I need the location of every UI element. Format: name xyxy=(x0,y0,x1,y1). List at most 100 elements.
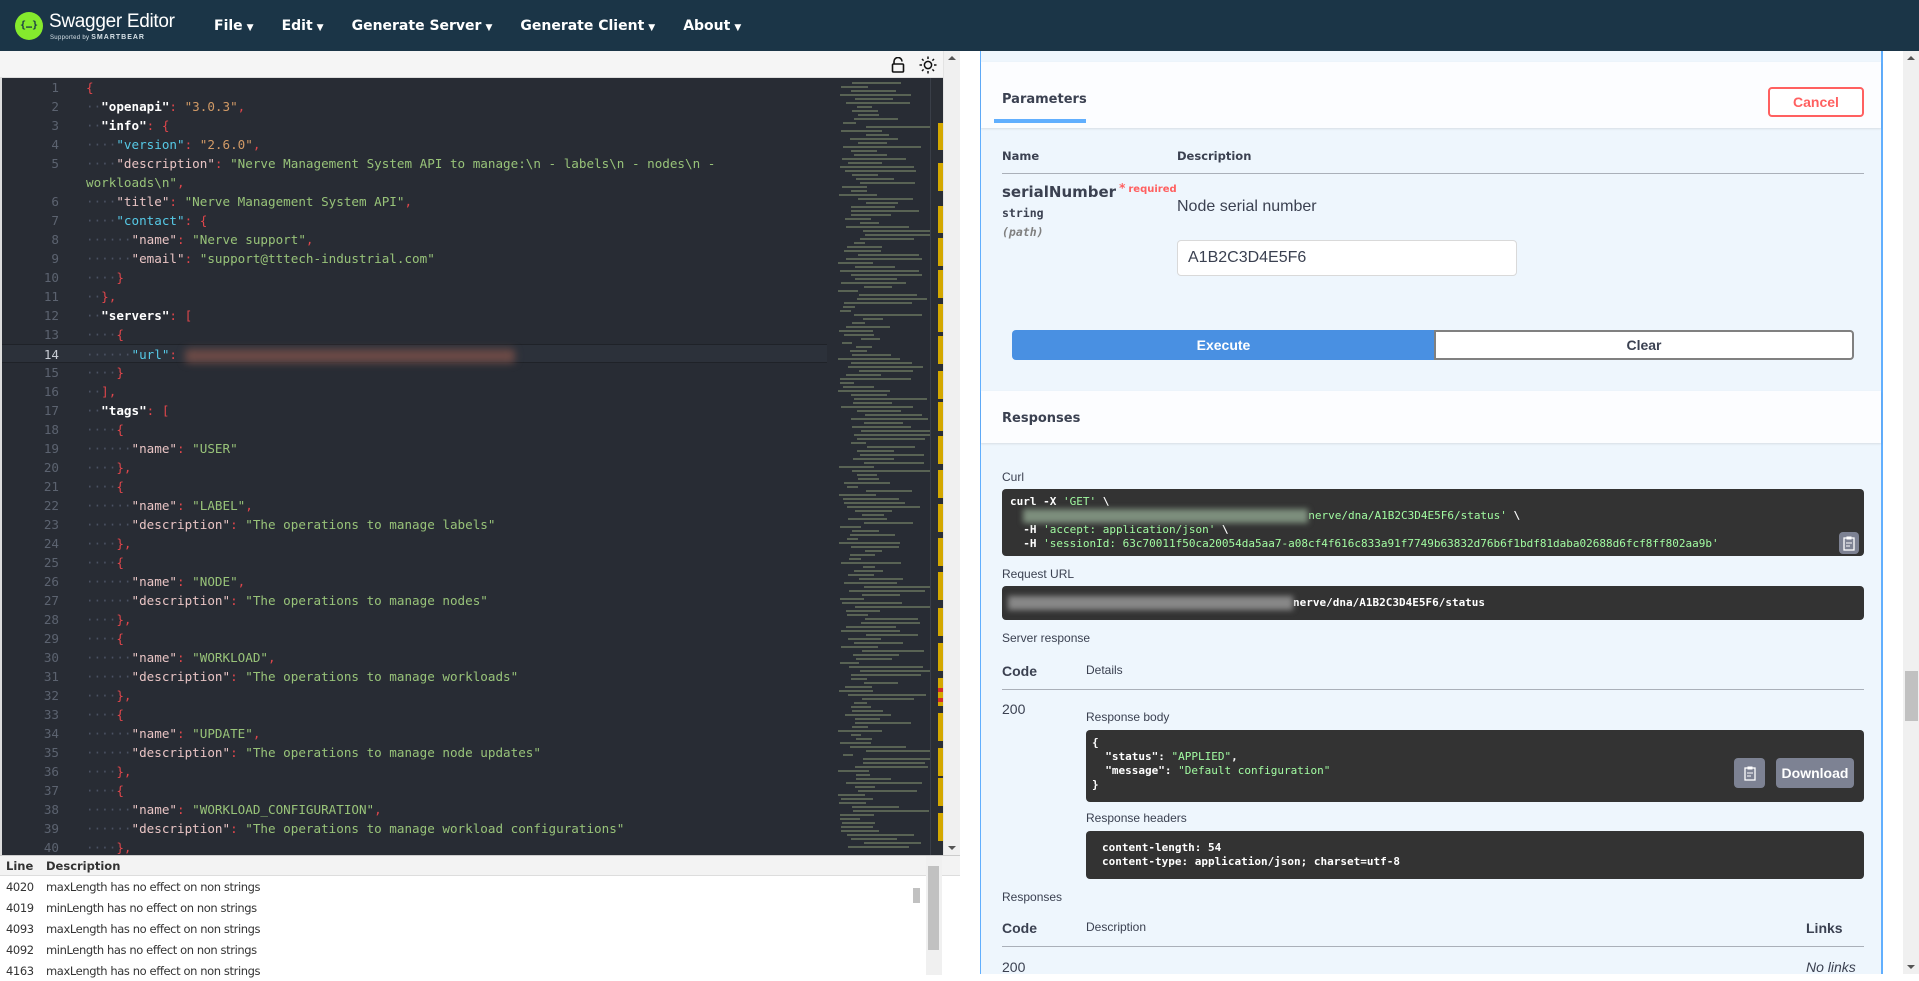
curl-codeblock[interactable]: curl -X 'GET' \ nerve/dna/A1B2C3D4E5F6/s… xyxy=(1002,489,1864,556)
page-scrollbar[interactable] xyxy=(1903,51,1919,974)
code-line[interactable]: 15 ····} xyxy=(2,363,827,382)
error-row[interactable]: 4093 maxLength has no effect on non strin… xyxy=(0,918,960,939)
responses-header: Responses xyxy=(981,391,1881,443)
line-number: 36 xyxy=(43,764,59,779)
scroll-down-arrow-icon[interactable] xyxy=(1907,965,1915,969)
code-line[interactable]: 2 ··"openapi": "3.0.3", xyxy=(2,97,827,116)
code-line[interactable]: 4 ····"version": "2.6.0", xyxy=(2,135,827,154)
code-line[interactable]: 34 ······"name": "UPDATE", xyxy=(2,724,827,743)
line-number: 32 xyxy=(43,688,59,703)
code-line[interactable]: 18 ····{ xyxy=(2,420,827,439)
json-val-status: "APPLIED" xyxy=(1171,750,1232,763)
code-line[interactable]: 33 ····{ xyxy=(2,705,827,724)
code-line[interactable]: 19 ······"name": "USER" xyxy=(2,439,827,458)
scroll-up-arrow-icon[interactable] xyxy=(948,56,956,60)
serial-number-input[interactable] xyxy=(1177,240,1517,276)
tab-parameters-underline xyxy=(994,119,1086,123)
response-headers-codeblock[interactable]: content-length: 54 content-type: applica… xyxy=(1086,831,1864,879)
code-text: ····}, xyxy=(86,764,132,779)
code-line[interactable]: 1{ xyxy=(2,78,827,97)
code-line[interactable]: 36 ····}, xyxy=(2,762,827,781)
code-line[interactable]: 9 ······"email": "support@tttech-industri… xyxy=(2,249,827,268)
errors-list: 4020 maxLength has no effect on non strin… xyxy=(0,876,960,981)
code-line[interactable]: 30 ······"name": "WORKLOAD", xyxy=(2,648,827,667)
code-line[interactable]: 20 ····}, xyxy=(2,458,827,477)
errors-inner-scrollbar[interactable] xyxy=(910,878,922,974)
code-line[interactable]: 5 ····"description": "Nerve Management Sy… xyxy=(2,154,827,173)
code-line[interactable]: 21 ····{ xyxy=(2,477,827,496)
code-line[interactable]: 38 ······"name": "WORKLOAD_CONFIGURATION"… xyxy=(2,800,827,819)
code-line[interactable]: 35 ······"description": "The operations t… xyxy=(2,743,827,762)
error-row[interactable]: 4020 maxLength has no effect on non strin… xyxy=(0,876,960,897)
scroll-down-arrow-icon[interactable] xyxy=(948,846,956,850)
execute-button[interactable]: Execute xyxy=(1012,330,1435,360)
page-scroll-thumb[interactable] xyxy=(1905,671,1918,721)
code-line[interactable]: 14 ······"url": xyxy=(2,344,827,363)
sun-theme-icon[interactable] xyxy=(918,55,938,75)
code-text: ····}, xyxy=(86,460,132,475)
errors-outer-scroll-thumb[interactable] xyxy=(928,866,939,950)
code-line[interactable]: 17 ··"tags": [ xyxy=(2,401,827,420)
menu-edit[interactable]: Edit ▼ xyxy=(268,18,338,34)
errors-scroll-thumb[interactable] xyxy=(913,888,920,903)
copy-curl-icon[interactable] xyxy=(1839,532,1859,554)
code-line[interactable]: 22 ······"name": "LABEL", xyxy=(2,496,827,515)
editor-toolbar xyxy=(0,51,943,78)
request-url-codeblock[interactable]: nerve/dna/A1B2C3D4E5F6/status xyxy=(1002,586,1864,620)
code-line[interactable]: 3 ··"info": { xyxy=(2,116,827,135)
curl-flag: -H xyxy=(1010,523,1044,536)
scroll-up-arrow-icon[interactable] xyxy=(1907,56,1915,60)
code-line[interactable]: 29 ····{ xyxy=(2,629,827,648)
swagger-editor-logo[interactable]: {…} Swagger Editor Supported by SMARTBEA… xyxy=(15,6,185,46)
minimap-line xyxy=(845,686,872,688)
server-response-col-code: Code xyxy=(1002,663,1037,679)
editor-overview-ruler[interactable] xyxy=(930,78,943,855)
code-line[interactable]: 23 ······"description": "The operations t… xyxy=(2,515,827,534)
code-line[interactable]: workloads\n", xyxy=(2,173,827,192)
minimap-line xyxy=(863,566,875,568)
curl-label: Curl xyxy=(1002,470,1025,484)
unlock-icon[interactable] xyxy=(888,55,908,75)
download-button[interactable]: Download xyxy=(1776,758,1854,788)
code-line[interactable]: 31 ······"description": "The operations t… xyxy=(2,667,827,686)
code-line[interactable]: 28 ····}, xyxy=(2,610,827,629)
error-row[interactable]: 4019 minLength has no effect on non strin… xyxy=(0,897,960,918)
editor-scrollbar[interactable] xyxy=(943,51,960,855)
code-line[interactable]: 16 ··], xyxy=(2,382,827,401)
code-line[interactable]: 32 ····}, xyxy=(2,686,827,705)
code-line[interactable]: 25 ····{ xyxy=(2,553,827,572)
errors-scrollbar[interactable] xyxy=(926,856,942,975)
line-number: 35 xyxy=(43,745,59,760)
code-line[interactable]: 12 ··"servers": [ xyxy=(2,306,827,325)
editor-minimap[interactable] xyxy=(830,78,943,855)
code-line[interactable]: 26 ······"name": "NODE", xyxy=(2,572,827,591)
menu-generate-client[interactable]: Generate Client ▼ xyxy=(506,18,669,34)
menu-file[interactable]: File ▼ xyxy=(200,18,268,34)
menu-about[interactable]: About ▼ xyxy=(669,18,755,34)
menu-about-label: About xyxy=(683,17,731,34)
pane-splitter[interactable] xyxy=(960,51,980,974)
code-line[interactable]: 6 ····"title": "Nerve Management System A… xyxy=(2,192,827,211)
tab-parameters[interactable]: Parameters xyxy=(1002,92,1087,107)
code-line[interactable]: 39 ······"description": "The operations t… xyxy=(2,819,827,838)
code-line[interactable]: 40 ····}, xyxy=(2,838,827,855)
code-line[interactable]: 10 ····} xyxy=(2,268,827,287)
code-line[interactable]: 24 ····}, xyxy=(2,534,827,553)
responses-col-description: Description xyxy=(1086,920,1147,934)
code-line[interactable]: 7 ····"contact": { xyxy=(2,211,827,230)
code-line[interactable]: 8 ······"name": "Nerve support", xyxy=(2,230,827,249)
menu-generate-server[interactable]: Generate Server ▼ xyxy=(338,18,507,34)
clear-button[interactable]: Clear xyxy=(1434,330,1854,360)
error-row[interactable]: 4163 maxLength has no effect on non strin… xyxy=(0,960,960,981)
error-line-number: 4020 xyxy=(6,879,34,894)
code-line[interactable]: 13 ····{ xyxy=(2,325,827,344)
code-line[interactable]: 27 ······"description": "The operations t… xyxy=(2,591,827,610)
code-line[interactable]: 11 ··}, xyxy=(2,287,827,306)
error-row[interactable]: 4092 minLength has no effect on non strin… xyxy=(0,939,960,960)
cancel-button[interactable]: Cancel xyxy=(1768,87,1864,117)
code-editor[interactable]: 1{2 ··"openapi": "3.0.3", 3 ··"info": {4 ···… xyxy=(0,78,943,855)
copy-response-icon[interactable] xyxy=(1734,758,1765,788)
code-line[interactable]: 37 ····{ xyxy=(2,781,827,800)
minimap-line xyxy=(854,434,933,436)
minimap-line xyxy=(838,794,865,796)
